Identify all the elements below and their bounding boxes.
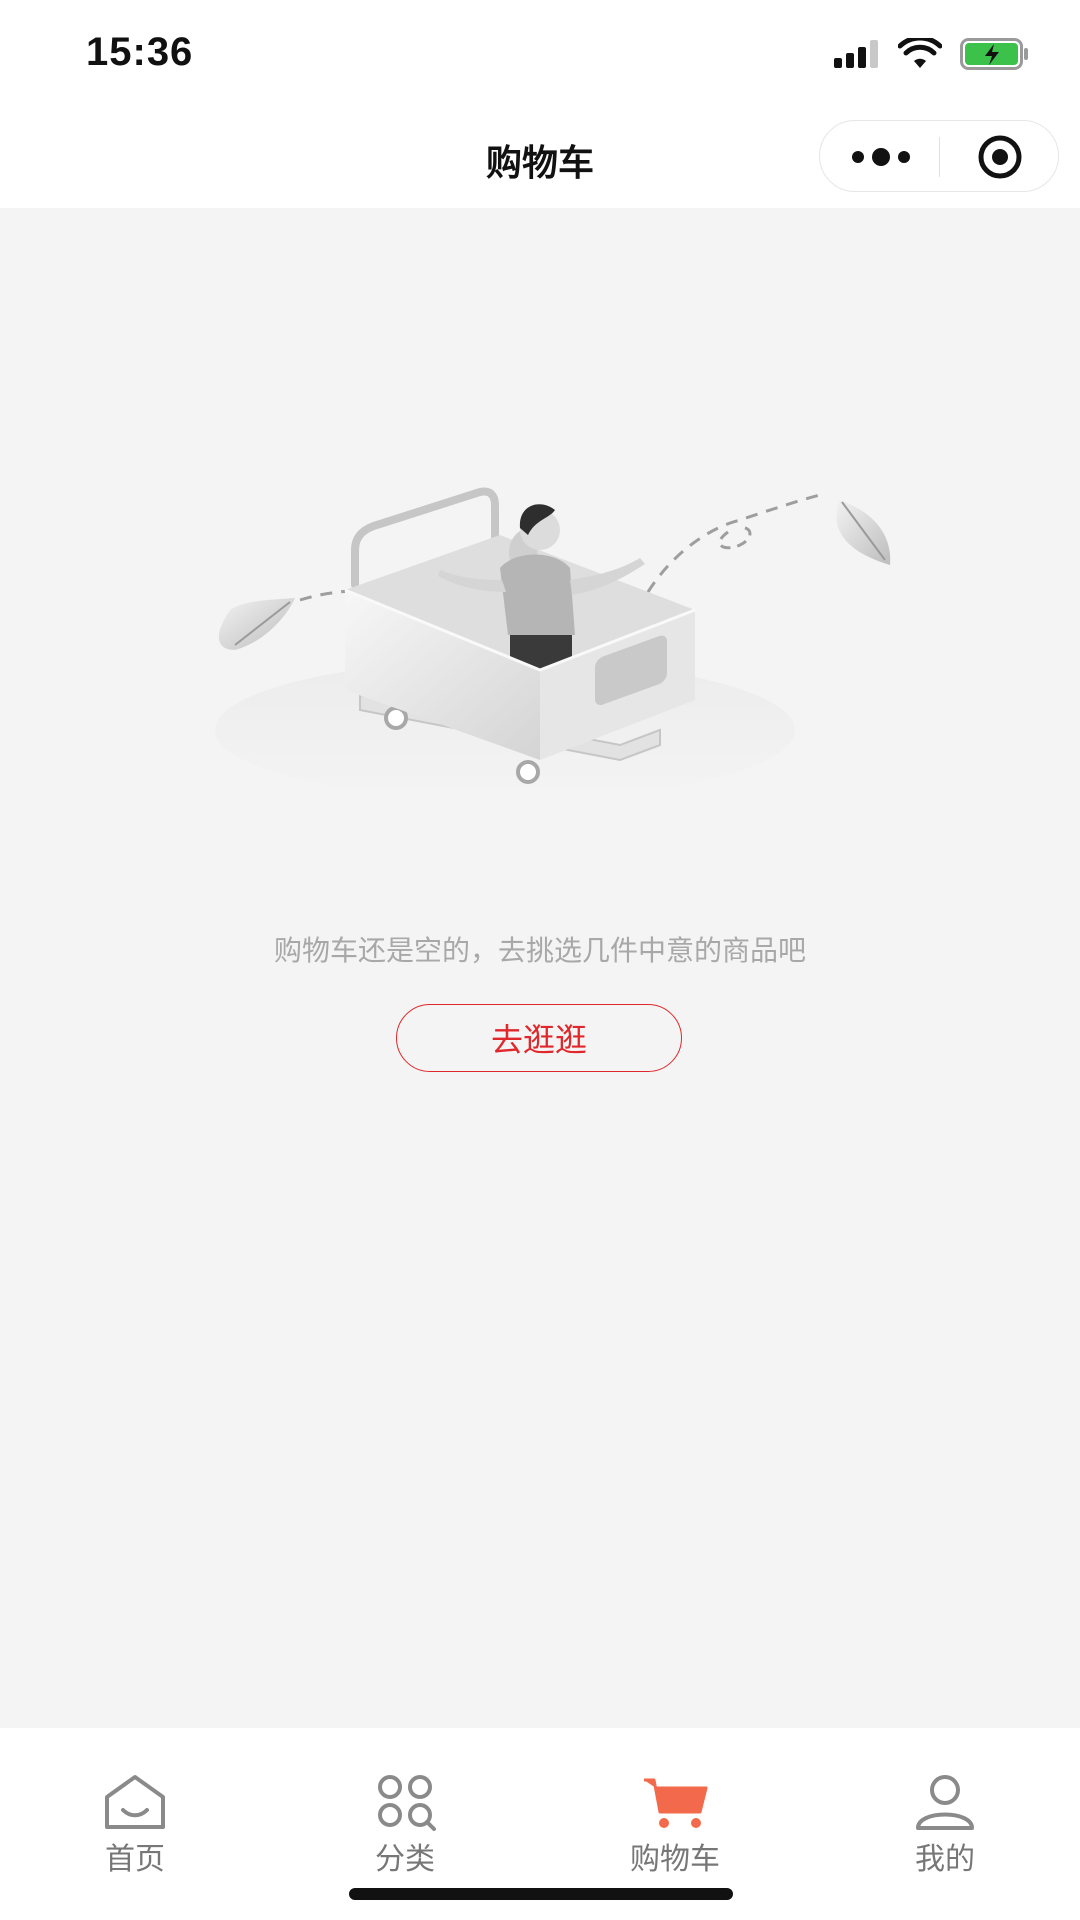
more-dots-icon[interactable] xyxy=(848,139,914,175)
home-indicator xyxy=(349,1888,733,1900)
cellular-signal-icon xyxy=(834,40,880,72)
go-shopping-button[interactable]: 去逛逛 xyxy=(396,1004,682,1072)
tab-cart[interactable]: 购物车 xyxy=(540,1728,810,1878)
tab-category[interactable]: 分类 xyxy=(270,1728,540,1878)
home-icon xyxy=(90,1772,180,1832)
nav-bar: 购物车 xyxy=(0,104,1080,208)
leaf-right xyxy=(836,500,891,565)
tab-category-label: 分类 xyxy=(375,1842,435,1877)
user-icon xyxy=(900,1772,990,1832)
category-icon xyxy=(360,1772,450,1832)
capsule-divider xyxy=(939,137,940,177)
leaf-left xyxy=(218,598,295,650)
battery-charging-icon xyxy=(960,38,1030,74)
tab-profile[interactable]: 我的 xyxy=(810,1728,1080,1878)
wifi-icon xyxy=(897,35,943,74)
tab-profile-label: 我的 xyxy=(915,1842,975,1877)
screen: 15:36 购物车 购物车还是空的，去挑选几件中意的商品吧 去逛逛 首页 分类 … xyxy=(0,0,1080,1920)
status-icons xyxy=(834,35,1030,76)
mini-program-capsule xyxy=(819,120,1059,192)
target-circle-icon[interactable] xyxy=(966,135,1034,179)
empty-cart-illustration xyxy=(140,440,900,840)
status-bar: 15:36 xyxy=(0,0,1080,104)
tab-home[interactable]: 首页 xyxy=(0,1728,270,1878)
empty-cart-message: 购物车还是空的，去挑选几件中意的商品吧 xyxy=(273,934,806,967)
cart-icon xyxy=(630,1772,720,1832)
status-time: 15:36 xyxy=(86,30,194,74)
tab-home-label: 首页 xyxy=(105,1842,165,1877)
tab-cart-label: 购物车 xyxy=(630,1842,720,1877)
